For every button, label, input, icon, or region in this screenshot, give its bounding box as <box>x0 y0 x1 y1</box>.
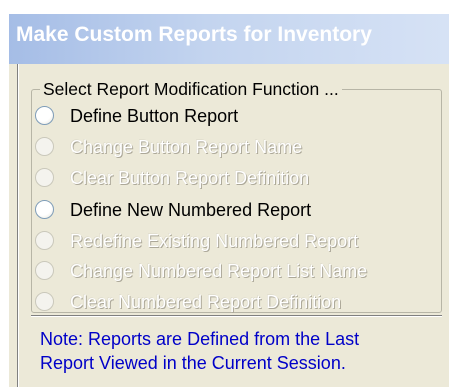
radio-button <box>35 168 54 187</box>
option-label: Define New Numbered Report <box>70 200 312 220</box>
title-bar[interactable]: Make Custom Reports for Inventory <box>9 14 449 64</box>
option-label: Define Button Report <box>70 106 239 126</box>
radio-button[interactable] <box>35 106 54 125</box>
report-dialog: Make Custom Reports for Inventory Select… <box>0 0 449 387</box>
radio-button <box>35 231 54 250</box>
option-label: Change Button Report Name <box>70 137 303 157</box>
option-label: Clear Button Report Definition <box>70 168 310 188</box>
radio-button <box>35 261 54 280</box>
separator-line <box>31 315 442 317</box>
note-line-1: Note: Reports are Defined from the Last <box>40 329 360 349</box>
option-label: Clear Numbered Report Definition <box>70 292 342 312</box>
radio-button <box>35 292 54 311</box>
window-title: Make Custom Reports for Inventory <box>16 23 372 46</box>
option-label: Change Numbered Report List Name <box>70 261 368 281</box>
note-text: Note: Reports are Defined from the Last … <box>40 327 440 375</box>
radio-button <box>35 137 54 156</box>
groupbox-legend: Select Report Modification Function ... <box>40 79 342 100</box>
radio-button[interactable] <box>35 200 54 219</box>
note-line-2: Report Viewed in the Current Session. <box>40 353 346 373</box>
option-label: Redefine Existing Numbered Report <box>70 231 359 251</box>
panel-left-highlight <box>18 64 19 387</box>
